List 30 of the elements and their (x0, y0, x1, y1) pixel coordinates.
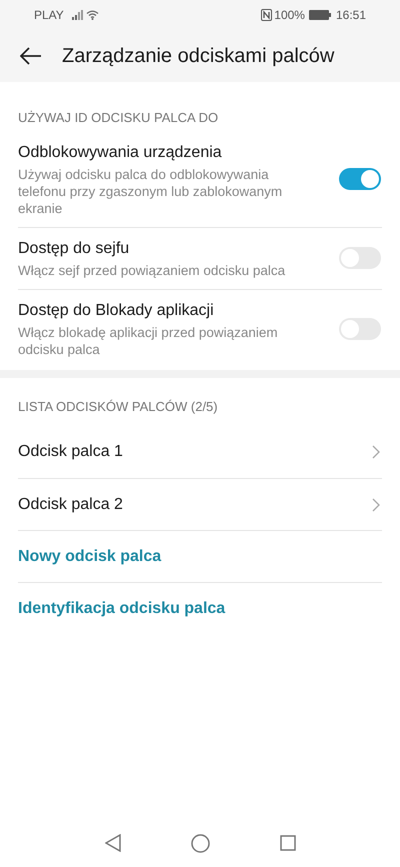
carrier-name: PLAY (34, 7, 64, 24)
chevron-right-icon (372, 445, 380, 459)
section-heading: UŻYWAJ ID ODCISKU PALCA DO (18, 109, 220, 127)
triangle-icon (104, 834, 120, 852)
section-heading: LISTA ODCISKÓW PALCÓW (2/5) (18, 398, 219, 416)
setting-description: Włącz blokadę aplikacji przed powiązaniem odcisku palca (18, 324, 279, 358)
setting-title: Dostęp do sejfu (18, 238, 130, 258)
battery-percentage: 100% (274, 7, 305, 24)
nfc-icon (261, 9, 272, 21)
signal-icon (72, 10, 83, 20)
page-title: Zarządzanie odciskami palców (62, 44, 334, 69)
setting-title: Odblokowywania urządzenia (18, 142, 223, 162)
chevron-right-icon (372, 498, 380, 512)
setting-description: Używaj odcisku palca do odblokowywania telefonu przy zgaszonym lub zablokowanym ekranie (18, 166, 284, 216)
home-nav-button[interactable] (190, 834, 210, 852)
fingerprint-item[interactable]: Odcisk palca 2 (18, 492, 372, 516)
setting-description: Włącz sejf przed powiązaniem odcisku palca (18, 262, 286, 278)
clock-time: 16:51 (336, 7, 366, 24)
wifi-icon (86, 10, 99, 20)
circle-icon (190, 834, 210, 852)
toggle-switch[interactable] (339, 168, 381, 190)
action-link[interactable]: Identyfikacja odcisku palca (18, 596, 226, 620)
setting-title: Dostęp do Blokady aplikacji (18, 300, 215, 320)
back-nav-button[interactable] (104, 834, 120, 852)
square-icon (280, 835, 296, 851)
action-link[interactable]: Nowy odcisk palca (18, 544, 162, 568)
back-arrow-icon (20, 47, 42, 65)
recents-nav-button[interactable] (280, 835, 296, 851)
battery-icon (308, 10, 331, 20)
fingerprint-item[interactable]: Odcisk palca 1 (18, 440, 372, 464)
